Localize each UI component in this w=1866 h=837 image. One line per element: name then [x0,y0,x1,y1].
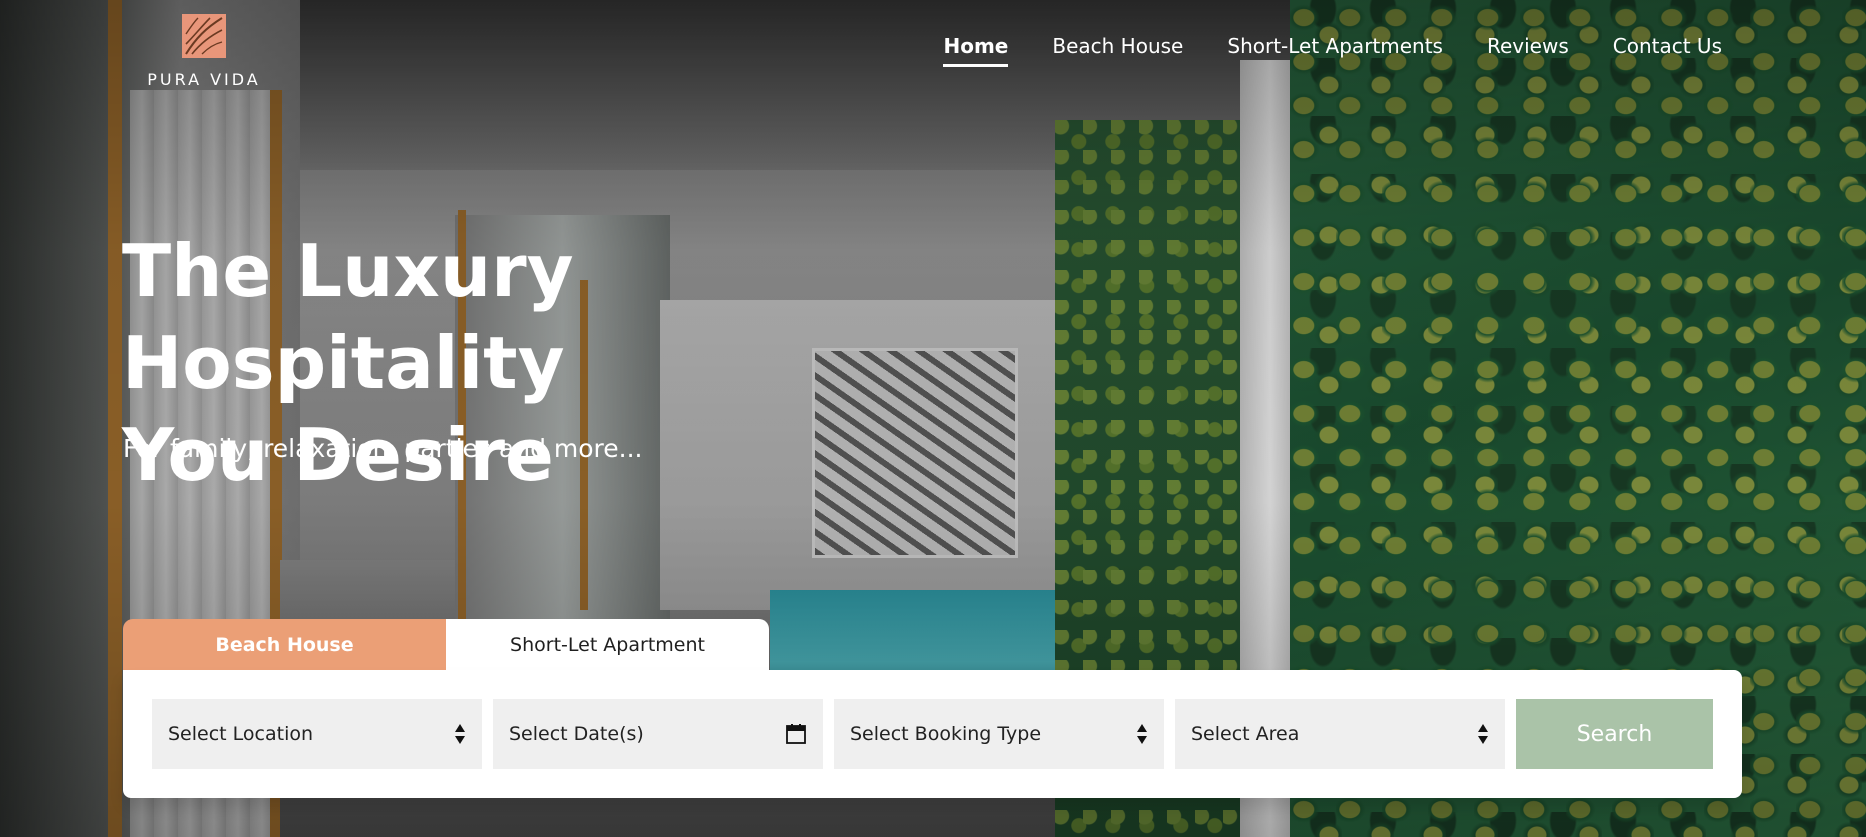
nav-short-let-apartments[interactable]: Short-Let Apartments [1227,34,1443,67]
booking-type-select-label: Select Booking Type [850,723,1042,745]
location-select[interactable]: Select Location [152,699,482,769]
nav-reviews[interactable]: Reviews [1487,34,1569,67]
tab-short-let-apartment[interactable]: Short-Let Apartment [446,619,769,670]
date-picker-label: Select Date(s) [509,723,644,745]
leaf-logo-icon [182,14,226,58]
area-select[interactable]: Select Area [1175,699,1505,769]
date-picker[interactable]: Select Date(s) [493,699,823,769]
area-select-label: Select Area [1191,723,1300,745]
location-select-label: Select Location [168,723,314,745]
booking-tabs: Beach House Short-Let Apartment [123,619,769,670]
nav-home[interactable]: Home [943,34,1009,67]
brand-name: PURA VIDA [147,70,261,89]
brand-logo[interactable]: PURA VIDA [140,14,268,89]
search-button[interactable]: Search [1516,699,1713,769]
nav-beach-house[interactable]: Beach House [1052,34,1183,67]
booking-type-select[interactable]: Select Booking Type [834,699,1164,769]
sort-arrows-icon [1137,724,1147,744]
tab-beach-house[interactable]: Beach House [123,619,446,670]
nav-contact-us[interactable]: Contact Us [1613,34,1722,67]
hero-title-line1: The Luxury Hospitality [122,229,574,405]
sort-arrows-icon [455,724,465,744]
calendar-icon [786,724,806,744]
hero-subtitle: For family, relaxation, parties and more… [123,434,643,463]
main-nav: Home Beach House Short-Let Apartments Re… [943,34,1722,67]
booking-search-panel: Select Location Select Date(s) Select Bo… [123,670,1742,798]
sort-arrows-icon [1478,724,1488,744]
